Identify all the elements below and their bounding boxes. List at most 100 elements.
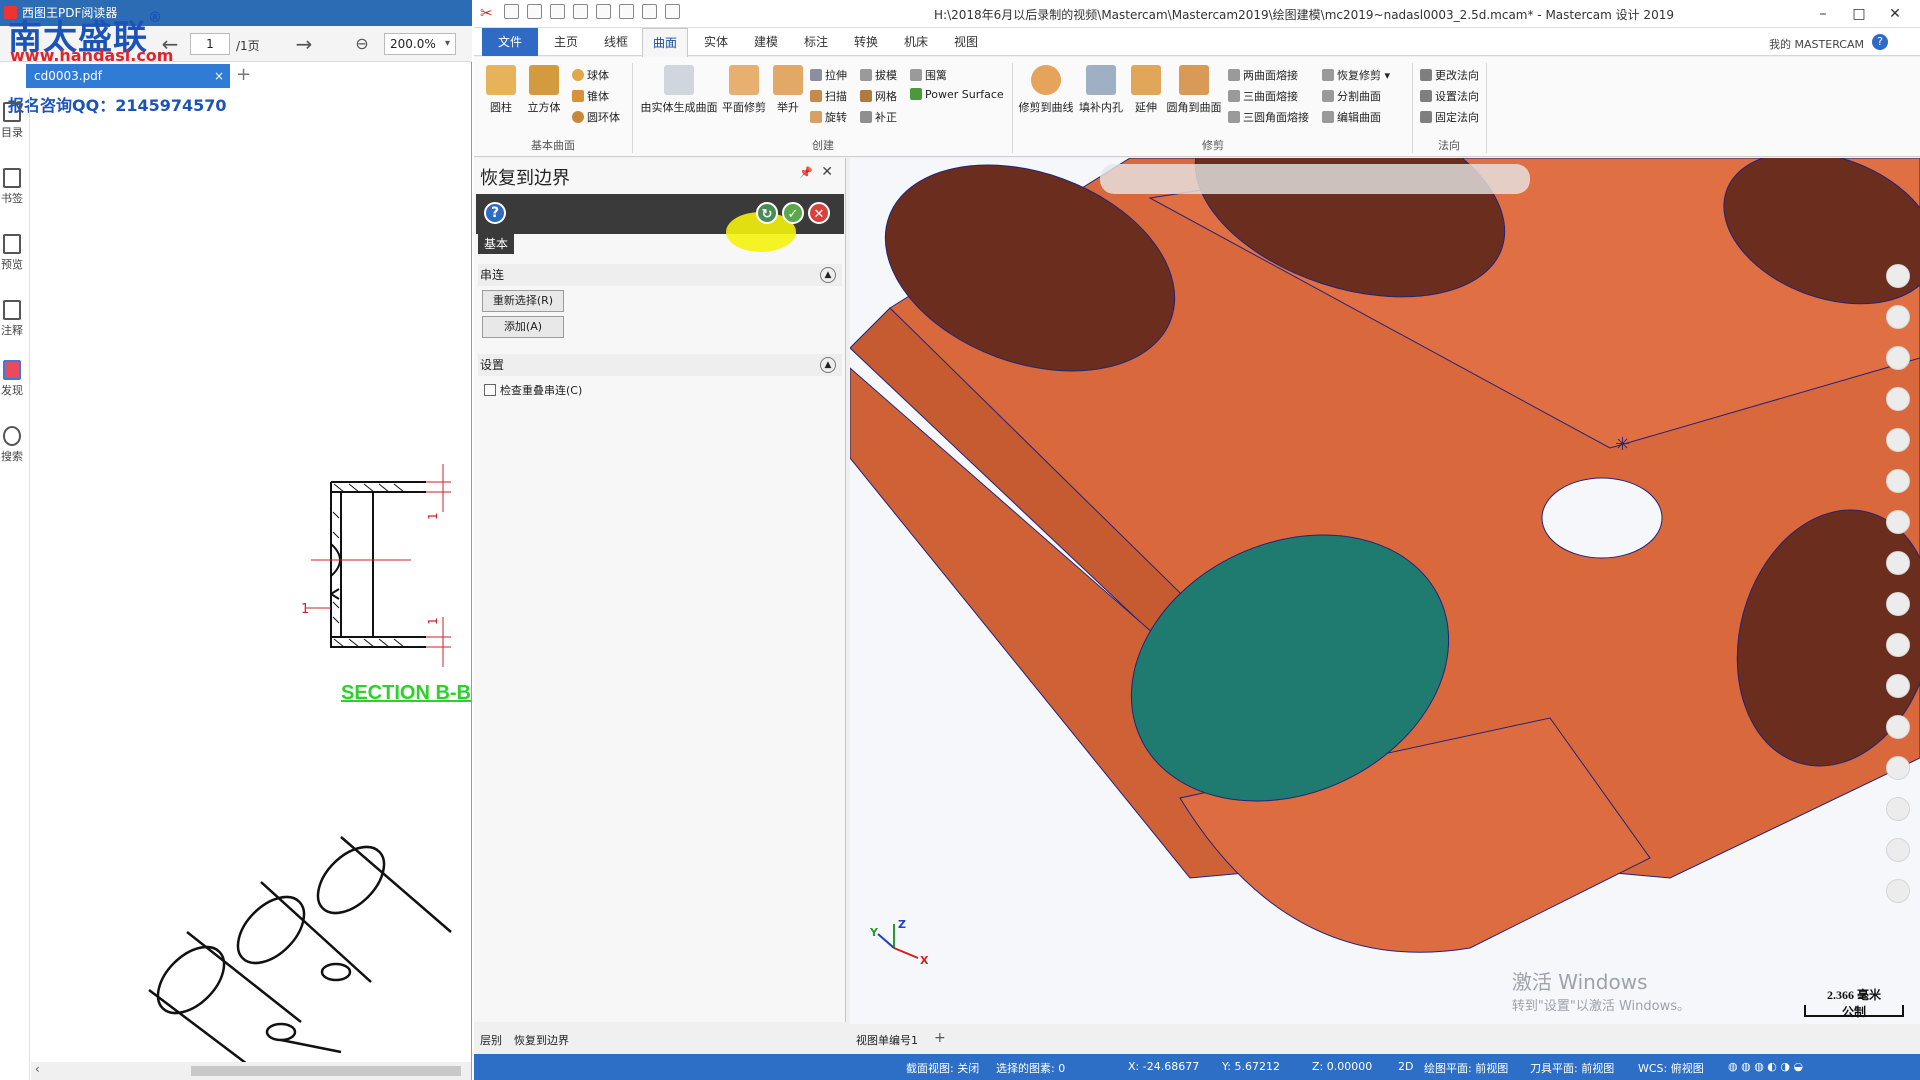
trim-to-curves-button[interactable]: 修剪到曲线 [1018,65,1074,115]
scroll-left-icon[interactable]: ‹ [35,1062,40,1076]
view-tool-icon[interactable] [1886,879,1910,903]
untrim-button[interactable]: 恢复修剪 ▾ [1322,67,1390,83]
split-surface-button[interactable]: 分割曲面 [1322,88,1381,104]
cylinder-button[interactable]: 圆柱 [486,65,516,115]
print-icon[interactable] [573,4,588,19]
sidebar-item-annotations[interactable]: 注释 [0,300,24,338]
tab-restore-boundary[interactable]: 恢复到边界 [514,1032,569,1048]
new-file-icon[interactable] [504,4,519,19]
clipboard-icon[interactable] [619,4,634,19]
fix-normal-button[interactable]: 固定法向 [1420,109,1479,125]
collapse-up-icon[interactable]: ▲ [820,267,836,283]
tab-levels[interactable]: 层别 [480,1032,502,1048]
collapse-up-icon[interactable]: ▲ [820,357,836,373]
cube-button[interactable]: 立方体 [526,65,562,115]
view-tool-icon[interactable] [1886,305,1910,329]
cancel-x-icon[interactable]: ✕ [808,202,830,224]
panel-close-icon[interactable]: ✕ [821,164,833,180]
view-tool-icon[interactable] [1886,633,1910,657]
sidebar-item-search[interactable]: 搜索 [0,426,24,464]
scrollbar-thumb[interactable] [191,1066,461,1076]
edit-surface-button[interactable]: 编辑曲面 [1322,109,1381,125]
sidebar-item-discover[interactable]: 发现 [0,360,24,398]
add-tab-icon[interactable]: + [236,64,251,85]
view-tool-icon[interactable] [1886,510,1910,534]
sphere-button[interactable]: 球体 [572,67,609,83]
document-tab[interactable]: cd0003.pdf × [26,64,230,88]
print-preview-icon[interactable] [596,4,611,19]
close-window-icon[interactable]: ✕ [1880,2,1910,26]
offset-button[interactable]: 补正 [860,109,897,125]
menu-solids[interactable]: 实体 [694,28,738,56]
three-surface-blend-button[interactable]: 三曲面熔接 [1228,88,1298,104]
view-tool-icon[interactable] [1886,674,1910,698]
menu-machine[interactable]: 机床 [894,28,938,56]
ok-check-icon[interactable]: ✓ [782,202,804,224]
status-section-view[interactable]: 截面视图: 关闭 [906,1060,979,1076]
zoom-out-icon[interactable]: ⊖ [350,32,374,56]
net-button[interactable]: 网格 [860,88,897,104]
horizontal-scrollbar[interactable]: ‹ [31,1062,471,1080]
menu-transform[interactable]: 转换 [844,28,888,56]
three-fillet-blend-button[interactable]: 三圆角面熔接 [1228,109,1309,125]
two-surface-blend-button[interactable]: 两曲面熔接 [1228,67,1298,83]
view-tool-icon[interactable] [1886,469,1910,493]
surface-from-solid-button[interactable]: 由实体生成曲面 [638,65,720,115]
graphics-viewport[interactable]: ✳ Z X Y 激活 Windows 转到"设置"以激活 Windows。 2.… [850,158,1920,1024]
add-viewsheet-icon[interactable]: + [934,1030,946,1046]
flat-boundary-button[interactable]: 平面修剪 [720,65,768,115]
view-tool-icon[interactable] [1886,838,1910,862]
status-plane[interactable]: 绘图平面: 前视图 [1424,1060,1508,1076]
section-chaining-header[interactable]: 串连 ▲ [478,264,842,286]
apply-icon[interactable]: ↻ [756,202,778,224]
prev-page-arrow-icon[interactable]: ← [158,32,182,56]
status-mode[interactable]: 2D [1398,1060,1413,1073]
menu-model-prep[interactable]: 建模 [744,28,788,56]
menu-surfaces[interactable]: 曲面 [642,28,688,57]
page-number-input[interactable]: 1 [190,33,230,55]
fence-button[interactable]: 围篱 [910,67,947,83]
torus-button[interactable]: 圆环体 [572,109,620,125]
next-page-arrow-icon[interactable]: → [292,32,316,56]
view-tool-icon[interactable] [1886,428,1910,452]
minimize-icon[interactable]: – [1808,2,1838,26]
view-tool-icon[interactable] [1886,264,1910,288]
sidebar-item-preview[interactable]: 预览 [0,234,24,272]
change-normal-button[interactable]: 更改法向 [1420,67,1479,83]
check-overlap-checkbox[interactable]: 检查重叠串连(C) [484,382,582,398]
reselect-button[interactable]: 重新选择(R) [482,290,564,312]
menu-view[interactable]: 视图 [944,28,988,56]
fill-holes-button[interactable]: 填补内孔 [1078,65,1124,115]
floating-toolbar[interactable] [1100,164,1530,194]
sweep-button[interactable]: 扫描 [810,88,847,104]
sidebar-item-bookmarks[interactable]: 书签 [0,168,24,206]
menu-home[interactable]: 主页 [544,28,588,56]
menu-drafting[interactable]: 标注 [794,28,838,56]
section-settings-header[interactable]: 设置 ▲ [478,354,842,376]
set-normal-button[interactable]: 设置法向 [1420,88,1479,104]
my-mastercam-link[interactable]: 我的 MASTERCAM [1769,36,1864,52]
view-tool-icon[interactable] [1886,797,1910,821]
pin-icon[interactable]: 📌 [799,166,813,179]
power-surface-button[interactable]: Power Surface [910,88,1004,101]
extrude-button[interactable]: 拉伸 [810,67,847,83]
status-wcs[interactable]: WCS: 俯视图 [1638,1060,1704,1076]
cone-button[interactable]: 锥体 [572,88,609,104]
revolve-button[interactable]: 旋转 [810,109,847,125]
tab-basic[interactable]: 基本 [478,234,515,254]
zoom-select[interactable]: 200.0% ▾ [384,33,456,55]
help-icon[interactable]: ? [484,202,506,224]
help-icon[interactable]: ? [1872,34,1888,50]
undo-icon[interactable] [642,4,657,19]
checkbox-icon[interactable] [484,384,496,396]
extend-button[interactable]: 延伸 [1130,65,1162,115]
globe-icon[interactable]: ◍ ◍ ◍ ◐ ◑ ◒ [1728,1060,1803,1073]
close-tab-icon[interactable]: × [214,64,224,88]
view-tool-icon[interactable] [1886,715,1910,739]
open-icon[interactable] [550,4,565,19]
save-icon[interactable] [527,4,542,19]
status-tool-plane[interactable]: 刀具平面: 前视图 [1530,1060,1614,1076]
model-3d-view[interactable]: ✳ Z X Y [850,158,1920,1024]
maximize-icon[interactable]: □ [1844,2,1874,26]
menu-file[interactable]: 文件 [482,28,538,56]
